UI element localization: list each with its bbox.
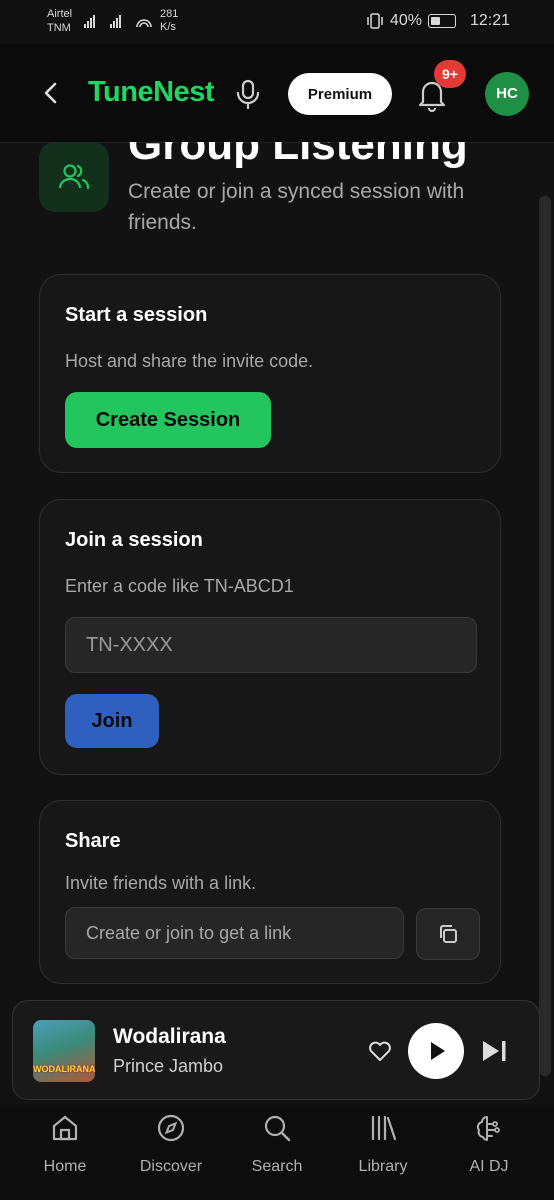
nav-item-search[interactable]: Search [227,1106,327,1200]
page-title: Group Listening [128,142,468,169]
search-icon [264,1115,291,1142]
back-icon[interactable] [36,78,66,108]
app-header: TuneNest Premium 9+ HC [0,44,554,143]
main-content: Group Listening Create or join a synced … [0,142,554,1000]
status-right: 40% 12:21 [366,12,510,30]
scrollbar[interactable] [539,196,551,1076]
share-description: Invite friends with a link. [65,873,257,893]
share-card: Share Invite friends with a link. Create… [39,800,501,984]
notification-badge: 9+ [434,60,466,88]
signal-icon [84,15,152,28]
play-icon [431,1042,445,1060]
vibrate-icon [367,13,383,29]
bottom-navigation: Home Discover Search Library AI DJ [0,1106,554,1200]
status-bar: Airtel TNM 281 K/s 40% 12:21 [0,0,554,44]
carrier-label: Airtel TNM [47,8,73,34]
join-session-description: Enter a code like TN-ABCD1 [65,576,294,596]
nav-item-ai-dj[interactable]: AI DJ [439,1106,539,1200]
album-art: WODALIRANA [33,1020,95,1082]
copy-icon [440,925,457,943]
play-button[interactable] [408,1023,464,1079]
network-speed: 281 K/s [160,8,179,33]
avatar[interactable]: HC [485,72,529,116]
join-session-card: Join a session Enter a code like TN-ABCD… [39,499,501,775]
join-session-title: Join a session [65,529,203,551]
app-logo[interactable]: TuneNest [88,76,214,109]
track-artist: Prince Jambo [113,1056,224,1076]
join-button[interactable]: Join [65,694,159,748]
mini-player[interactable]: WODALIRANA Wodalirana Prince Jambo [12,1000,540,1100]
page-subtitle: Create or join a synced session with fri… [128,180,465,234]
premium-button[interactable]: Premium [288,73,392,115]
share-link-field[interactable]: Create or join to get a link [65,907,404,959]
share-title: Share [65,830,121,852]
session-code-input[interactable] [65,617,477,673]
heart-icon[interactable] [367,1038,393,1064]
nav-item-home[interactable]: Home [15,1106,115,1200]
nav-item-discover[interactable]: Discover [121,1106,221,1200]
brain-icon [476,1116,500,1141]
create-session-button[interactable]: Create Session [65,392,271,448]
skip-next-icon[interactable] [479,1037,509,1065]
battery-percent: 40% [389,12,422,29]
start-session-card: Start a session Host and share the invit… [39,274,501,473]
compass-icon [157,1114,185,1142]
start-session-description: Host and share the invite code. [65,351,314,371]
home-icon [52,1115,78,1141]
library-icon [371,1115,397,1141]
track-title: Wodalirana [113,1025,226,1048]
group-icon [39,142,109,212]
clock: 12:21 [469,12,510,29]
copy-link-button[interactable] [416,908,480,960]
nav-item-library[interactable]: Library [333,1106,433,1200]
microphone-icon[interactable] [234,78,262,110]
start-session-title: Start a session [65,304,208,326]
battery-icon [427,14,456,28]
